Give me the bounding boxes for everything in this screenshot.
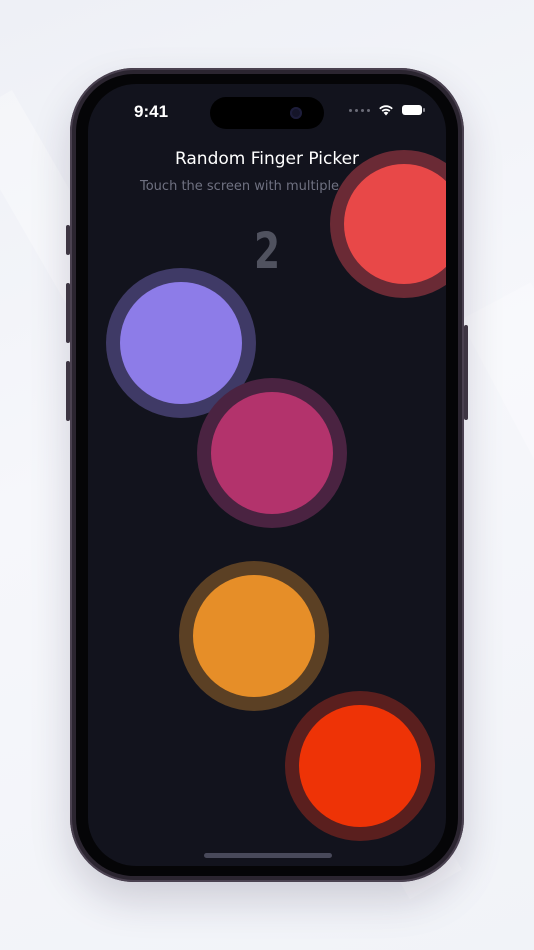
finger-core xyxy=(344,164,446,284)
status-icons xyxy=(349,104,425,116)
finger-circle-red-orange[interactable] xyxy=(285,691,435,841)
status-time: 9:41 xyxy=(134,102,169,121)
action-button xyxy=(66,225,70,255)
battery-icon xyxy=(402,105,425,115)
wifi-icon xyxy=(379,105,393,116)
finger-core xyxy=(120,282,242,404)
signal-icon xyxy=(349,108,370,112)
power-button xyxy=(464,325,468,420)
camera-icon xyxy=(290,107,302,119)
background-streak xyxy=(460,282,534,939)
volume-up-button xyxy=(66,283,70,343)
dynamic-island xyxy=(210,97,324,129)
finger-core xyxy=(211,392,333,514)
finger-core xyxy=(299,705,421,827)
volume-down-button xyxy=(66,361,70,421)
finger-circle-magenta[interactable] xyxy=(197,378,347,528)
finger-circle-orange[interactable] xyxy=(179,561,329,711)
app-screen[interactable]: 9:41 Random Finger Picker Touch the scre… xyxy=(88,84,446,866)
finger-core xyxy=(193,575,315,697)
home-indicator[interactable] xyxy=(204,853,332,858)
